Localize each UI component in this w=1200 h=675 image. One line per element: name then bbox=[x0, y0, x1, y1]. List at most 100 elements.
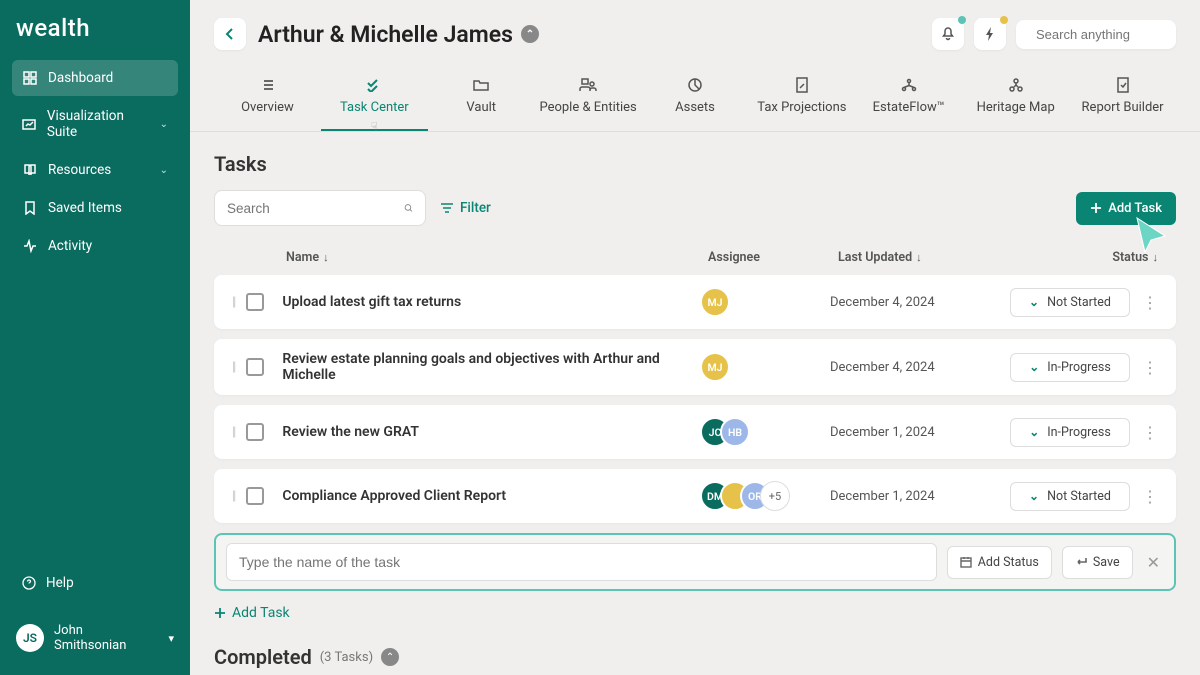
cursor-icon: ☟ bbox=[371, 120, 378, 133]
search-icon bbox=[404, 200, 413, 216]
people-icon bbox=[579, 76, 597, 94]
tab-overview[interactable]: Overview bbox=[214, 68, 321, 131]
tab-tax[interactable]: Tax Projections bbox=[748, 68, 855, 131]
chevron-up-icon[interactable]: ⌃ bbox=[381, 648, 399, 666]
global-search[interactable] bbox=[1016, 20, 1176, 49]
quick-actions-button[interactable] bbox=[974, 18, 1006, 50]
avatar: MJ bbox=[700, 352, 730, 382]
tab-assets[interactable]: Assets bbox=[642, 68, 749, 131]
task-checkbox[interactable] bbox=[246, 358, 264, 376]
activity-icon bbox=[22, 238, 38, 254]
avatar-more[interactable]: +5 bbox=[760, 481, 790, 511]
status-dropdown[interactable]: ⌄ Not Started bbox=[1010, 482, 1130, 511]
help-label: Help bbox=[46, 575, 74, 591]
nav-dashboard[interactable]: Dashboard bbox=[12, 60, 178, 96]
status-label: In-Progress bbox=[1047, 360, 1111, 375]
tab-report[interactable]: Report Builder bbox=[1069, 68, 1176, 131]
notifications-button[interactable] bbox=[932, 18, 964, 50]
nav-visualization[interactable]: Visualization Suite ⌄ bbox=[12, 98, 178, 150]
tab-label: Report Builder bbox=[1082, 100, 1164, 115]
add-task-button[interactable]: Add Task bbox=[1076, 192, 1176, 225]
book-icon bbox=[22, 162, 38, 178]
new-task-input[interactable] bbox=[226, 543, 937, 581]
task-assignees[interactable]: MJ bbox=[700, 352, 830, 382]
more-menu-icon[interactable]: ⋮ bbox=[1138, 293, 1158, 312]
task-row[interactable]: || Compliance Approved Client Report DMO… bbox=[214, 469, 1176, 523]
help-icon bbox=[22, 576, 36, 590]
task-checkbox[interactable] bbox=[246, 293, 264, 311]
nav-activity[interactable]: Activity bbox=[12, 228, 178, 264]
content: Tasks Filter Add Task Name↓ Assign bbox=[190, 132, 1200, 675]
nav-label: Dashboard bbox=[48, 70, 113, 86]
tab-label: Overview bbox=[241, 100, 294, 115]
filter-icon bbox=[440, 202, 454, 214]
task-checkbox[interactable] bbox=[246, 423, 264, 441]
task-checkbox[interactable] bbox=[246, 487, 264, 505]
add-status-button[interactable]: Add Status bbox=[947, 546, 1052, 579]
more-menu-icon[interactable]: ⋮ bbox=[1138, 358, 1158, 377]
tasks-toolbar: Filter Add Task bbox=[214, 190, 1176, 226]
col-assignee[interactable]: Assignee bbox=[708, 250, 838, 265]
client-name: Arthur & Michelle James bbox=[258, 21, 513, 48]
chevron-down-icon: ⌄ bbox=[1029, 295, 1039, 309]
status-dropdown[interactable]: ⌄Not Started bbox=[1010, 288, 1130, 317]
pie-icon bbox=[687, 76, 703, 94]
save-button[interactable]: Save bbox=[1062, 546, 1133, 579]
avatar: MJ bbox=[700, 287, 730, 317]
drag-handle-icon[interactable]: || bbox=[232, 425, 234, 440]
tab-label: People & Entities bbox=[539, 100, 636, 115]
user-menu[interactable]: JS John Smithsonian ▾ bbox=[12, 615, 178, 661]
task-name: Upload latest gift tax returns bbox=[282, 294, 700, 310]
brand-logo: wealth bbox=[16, 14, 178, 42]
nav-saved[interactable]: Saved Items bbox=[12, 190, 178, 226]
task-assignees[interactable]: MJ bbox=[700, 287, 830, 317]
chevron-down-icon: ⌄ bbox=[1029, 489, 1039, 503]
col-name[interactable]: Name↓ bbox=[286, 250, 708, 265]
completed-header[interactable]: Completed (3 Tasks) ⌃ bbox=[214, 645, 1176, 669]
task-row[interactable]: || Review estate planning goals and obje… bbox=[214, 339, 1176, 395]
global-search-input[interactable] bbox=[1036, 27, 1200, 42]
drag-handle-icon[interactable]: || bbox=[232, 295, 234, 310]
col-status[interactable]: Status↓ bbox=[1018, 250, 1158, 265]
tasks-heading: Tasks bbox=[214, 152, 1176, 176]
filter-label: Filter bbox=[460, 200, 491, 216]
nav-resources[interactable]: Resources ⌄ bbox=[12, 152, 178, 188]
status-dropdown[interactable]: ⌄In-Progress bbox=[1010, 353, 1130, 382]
tasks-search-input[interactable] bbox=[227, 201, 404, 216]
client-title[interactable]: Arthur & Michelle James ⌃ bbox=[258, 21, 539, 48]
chevron-up-icon: ⌃ bbox=[521, 25, 539, 43]
completed-title: Completed bbox=[214, 645, 312, 669]
nav-label: Visualization Suite bbox=[47, 108, 150, 140]
chevron-down-icon: ⌄ bbox=[1029, 425, 1039, 439]
more-menu-icon[interactable]: ⋮ bbox=[1138, 423, 1158, 442]
main: Arthur & Michelle James ⌃ bbox=[190, 0, 1200, 675]
drag-handle-icon[interactable]: || bbox=[232, 489, 234, 504]
tasks-search[interactable] bbox=[214, 190, 426, 226]
task-row[interactable]: || Upload latest gift tax returns MJ Dec… bbox=[214, 275, 1176, 329]
tree-icon bbox=[1008, 76, 1024, 94]
task-row[interactable]: || Review the new GRAT JCHB December 1, … bbox=[214, 405, 1176, 459]
task-assignees[interactable]: JCHB bbox=[700, 417, 830, 447]
sidebar: wealth Dashboard Visualization Suite ⌄ R… bbox=[0, 0, 190, 675]
back-button[interactable] bbox=[214, 18, 246, 50]
tab-task-center[interactable]: Task Center ☟ bbox=[321, 68, 428, 131]
task-assignees[interactable]: DMOR+5 bbox=[700, 481, 830, 511]
tab-vault[interactable]: Vault bbox=[428, 68, 535, 131]
col-updated[interactable]: Last Updated↓ bbox=[838, 250, 1018, 265]
sort-icon: ↓ bbox=[1153, 251, 1159, 264]
nav-help[interactable]: Help bbox=[12, 565, 178, 601]
tab-heritage[interactable]: Heritage Map bbox=[962, 68, 1069, 131]
drag-handle-icon[interactable]: || bbox=[232, 360, 234, 375]
tab-people[interactable]: People & Entities bbox=[535, 68, 642, 131]
calendar-icon bbox=[960, 556, 972, 568]
more-menu-icon[interactable]: ⋮ bbox=[1138, 487, 1158, 506]
tab-estateflow[interactable]: EstateFlow™ bbox=[855, 68, 962, 131]
task-name: Review the new GRAT bbox=[282, 424, 700, 440]
filter-button[interactable]: Filter bbox=[440, 200, 491, 216]
chart-icon bbox=[22, 116, 37, 132]
nav-label: Activity bbox=[48, 238, 92, 254]
status-dropdown[interactable]: ⌄In-Progress bbox=[1010, 418, 1130, 447]
status-label: Not Started bbox=[1047, 489, 1111, 504]
close-button[interactable]: ✕ bbox=[1143, 553, 1164, 572]
add-task-link[interactable]: Add Task bbox=[214, 605, 1176, 621]
